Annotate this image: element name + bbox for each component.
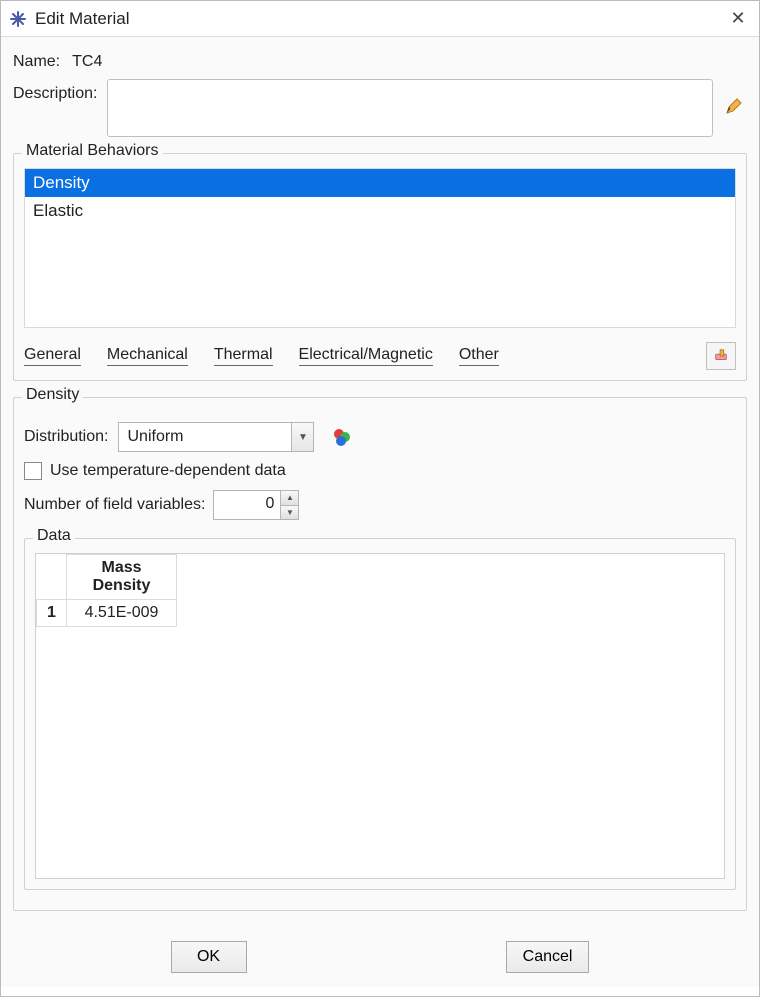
data-group: Data Mass Density 1 4.51E-009	[24, 538, 736, 890]
spinner-up-icon[interactable]: ▲	[281, 491, 298, 505]
density-legend: Density	[22, 386, 83, 404]
behavior-item-density[interactable]: Density	[25, 169, 735, 197]
row-index: 1	[37, 600, 67, 627]
delete-behavior-button[interactable]	[706, 342, 736, 370]
dialog-footer: OK Cancel	[1, 927, 759, 987]
material-behaviors-legend: Material Behaviors	[22, 142, 163, 160]
menu-thermal[interactable]: Thermal	[214, 346, 273, 366]
description-input[interactable]	[107, 79, 713, 137]
data-legend: Data	[33, 527, 75, 545]
name-label: Name:	[13, 53, 60, 71]
name-row: Name: TC4	[13, 53, 747, 71]
material-behaviors-group: Material Behaviors Density Elastic Gener…	[13, 153, 747, 381]
temperature-dependent-row: Use temperature-dependent data	[24, 462, 736, 480]
close-icon[interactable]: ✕	[725, 8, 751, 29]
temperature-dependent-checkbox[interactable]	[24, 462, 42, 480]
field-variables-row: Number of field variables: 0 ▲ ▼	[24, 490, 736, 520]
behavior-item-elastic[interactable]: Elastic	[25, 197, 735, 225]
field-variables-spinner[interactable]: 0 ▲ ▼	[213, 490, 299, 520]
distribution-row: Distribution: Uniform ▼	[24, 422, 736, 452]
table-row[interactable]: 1 4.51E-009	[37, 600, 177, 627]
field-variables-value: 0	[214, 491, 280, 519]
ok-button[interactable]: OK	[171, 941, 247, 973]
menu-electrical[interactable]: Electrical/Magnetic	[299, 346, 433, 366]
cancel-button[interactable]: Cancel	[506, 941, 590, 973]
menu-other[interactable]: Other	[459, 346, 499, 366]
title-bar: Edit Material ✕	[1, 1, 759, 37]
menu-general[interactable]: General	[24, 346, 81, 366]
description-row: Description:	[13, 79, 747, 137]
window-title: Edit Material	[35, 9, 725, 29]
chevron-down-icon[interactable]: ▼	[291, 423, 313, 451]
description-label: Description:	[13, 79, 97, 103]
edit-description-button[interactable]	[721, 93, 747, 119]
temperature-dependent-label: Use temperature-dependent data	[50, 462, 286, 480]
name-value: TC4	[72, 53, 102, 71]
menu-mechanical[interactable]: Mechanical	[107, 346, 188, 366]
data-table[interactable]: Mass Density 1 4.51E-009	[35, 553, 725, 879]
distribution-label: Distribution:	[24, 428, 108, 446]
data-header-mass-density: Mass Density	[67, 555, 177, 600]
distribution-field-icon[interactable]	[332, 427, 352, 447]
behavior-list[interactable]: Density Elastic	[24, 168, 736, 328]
spinner-down-icon[interactable]: ▼	[281, 505, 298, 520]
behavior-menu-bar: General Mechanical Thermal Electrical/Ma…	[24, 342, 736, 370]
field-variables-label: Number of field variables:	[24, 496, 205, 514]
mass-density-cell[interactable]: 4.51E-009	[67, 600, 177, 627]
density-group: Density Distribution: Uniform ▼	[13, 397, 747, 911]
app-icon	[9, 10, 27, 28]
distribution-combo[interactable]: Uniform ▼	[118, 422, 314, 452]
distribution-value: Uniform	[119, 428, 291, 446]
